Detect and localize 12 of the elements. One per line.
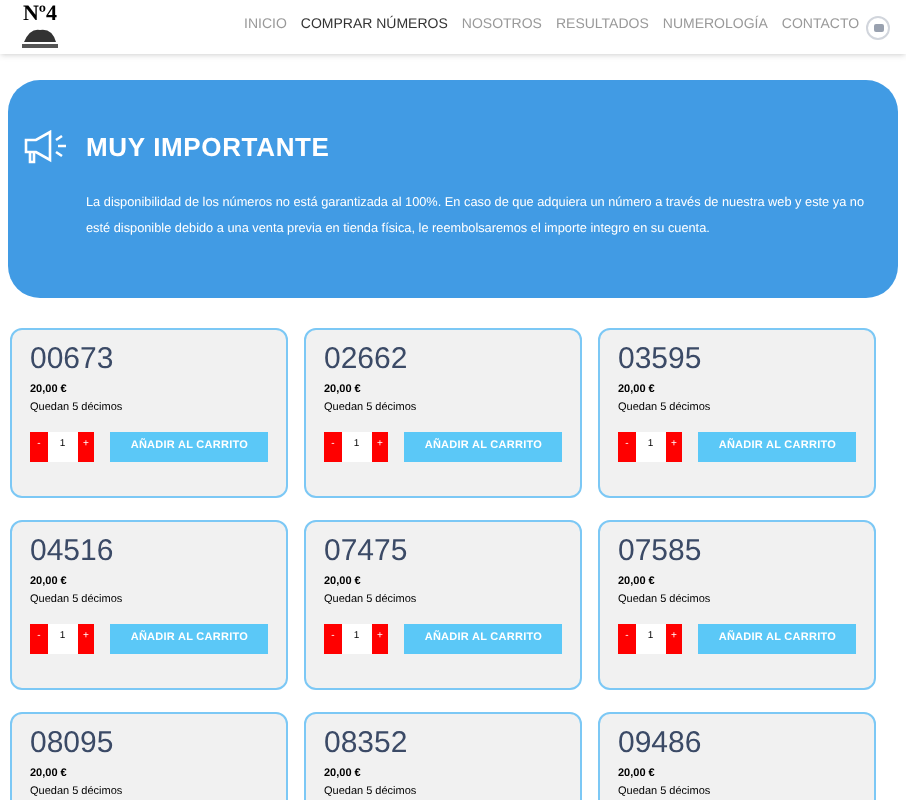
lottery-number: 08352 xyxy=(324,726,410,762)
lottery-number: 04516 xyxy=(30,534,116,570)
cart-icon[interactable] xyxy=(866,15,890,39)
lottery-number: 08095 xyxy=(30,726,116,762)
notice-title: MUY IMPORTANTE xyxy=(86,130,330,166)
lottery-number: 00673 xyxy=(30,342,116,378)
lottery-number: 03595 xyxy=(618,342,704,378)
lottery-number: 09486 xyxy=(618,726,704,762)
logo-text: Nº4 xyxy=(22,4,58,26)
lottery-number: 02662 xyxy=(324,342,410,378)
lottery-number: 07585 xyxy=(618,534,704,570)
lottery-number: 07475 xyxy=(324,534,410,570)
